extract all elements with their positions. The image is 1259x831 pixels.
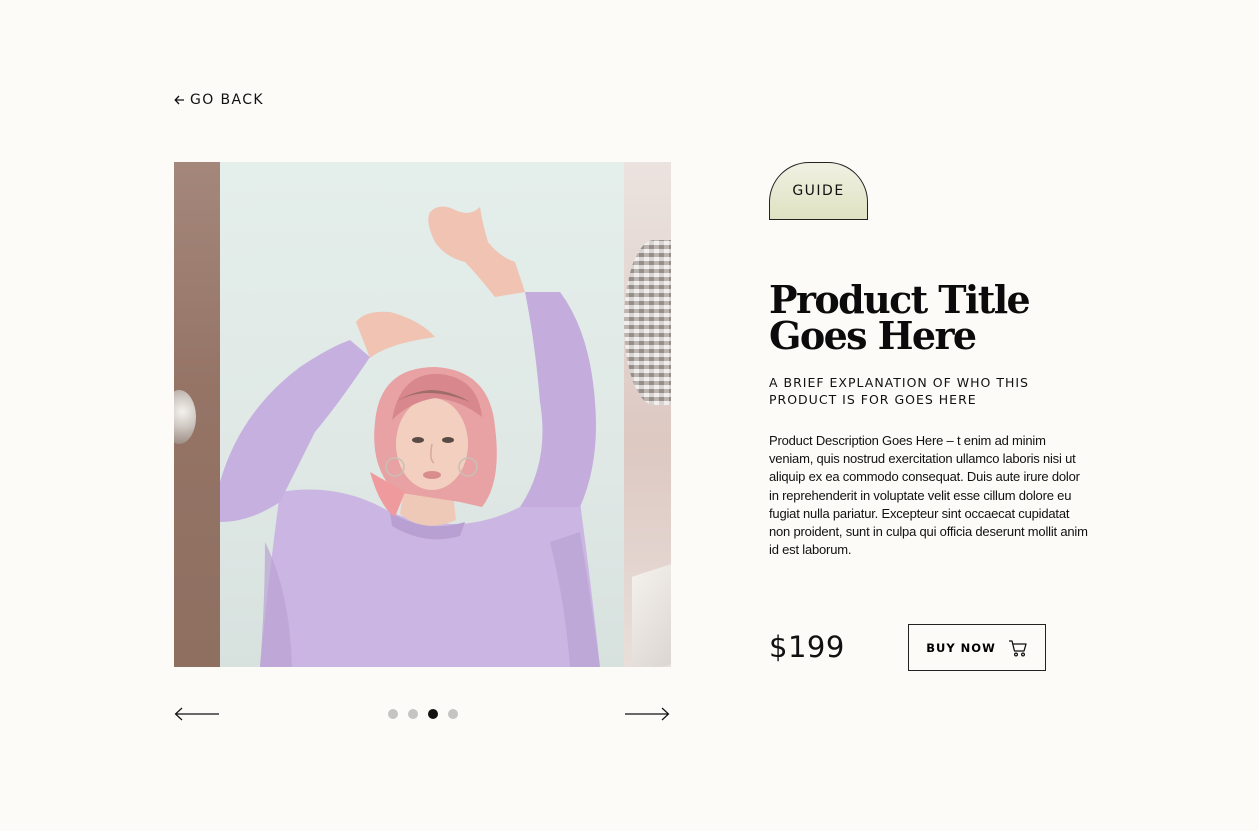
product-title-line-2: Goes Here: [769, 313, 977, 358]
arrow-left-icon: [174, 95, 184, 105]
category-badge: GUIDE: [769, 162, 868, 220]
go-back-label: GO BACK: [190, 92, 265, 108]
buy-now-label: BUY NOW: [926, 640, 996, 655]
carousel-dot-active[interactable]: [428, 709, 438, 719]
cart-icon: [1008, 639, 1027, 657]
product-photo: [220, 206, 600, 667]
product-description: Product Description Goes Here – t enim a…: [769, 433, 1088, 558]
product-price: $199: [769, 630, 845, 664]
carousel-current-slide: [220, 162, 624, 667]
carousel-next-button[interactable]: [624, 706, 670, 722]
long-arrow-right-icon: [625, 707, 670, 721]
carousel-prev-button[interactable]: [174, 706, 220, 722]
disco-ball-fragment: [624, 240, 671, 405]
paper-fragment: [632, 557, 671, 667]
carousel-dots: [388, 709, 458, 719]
long-arrow-left-icon: [174, 707, 219, 721]
product-image-carousel[interactable]: [174, 162, 671, 667]
go-back-link[interactable]: GO BACK: [174, 92, 264, 108]
product-title: Product Title Goes Here: [769, 281, 1089, 355]
carousel-dot[interactable]: [448, 709, 458, 719]
product-subtitle: A BRIEF EXPLANATION OF WHO THIS PRODUCT …: [769, 375, 1029, 407]
carousel-dot[interactable]: [408, 709, 418, 719]
buy-now-button[interactable]: BUY NOW: [908, 624, 1046, 671]
carousel-next-slide-peek[interactable]: [624, 162, 671, 667]
carousel-dot[interactable]: [388, 709, 398, 719]
disco-ball-fragment: [174, 390, 196, 444]
carousel-previous-slide-peek[interactable]: [174, 162, 220, 667]
